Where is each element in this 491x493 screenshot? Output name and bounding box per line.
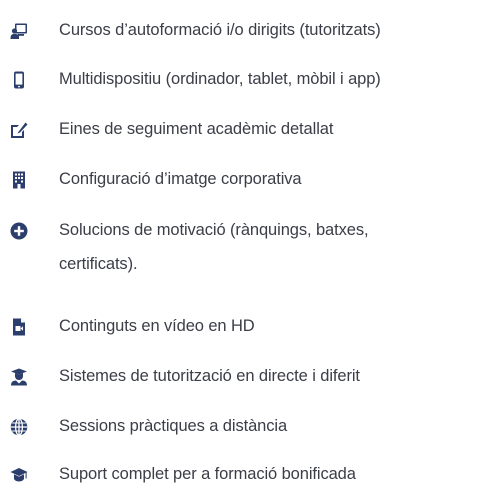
globe-icon: [10, 418, 28, 436]
feature-label-line2: certificats).: [59, 255, 138, 273]
edit-icon: [10, 121, 28, 139]
feature-label: Continguts en vídeo en HD: [59, 317, 255, 335]
feature-label: Sistemes de tutorització en directe i di…: [59, 367, 360, 385]
plus-circle-icon: [10, 222, 28, 240]
feature-list: Cursos d’autoformació i/o dirigits (tuto…: [0, 0, 491, 493]
feature-label: Sessions pràctiques a distància: [59, 417, 288, 435]
file-video-icon: [10, 318, 28, 336]
chalkboard-teacher-icon: [10, 22, 28, 40]
feature-label: Suport complet per a formació bonificada: [59, 465, 356, 483]
feature-label: Configuració d’imatge corporativa: [59, 170, 302, 188]
graduation-cap-icon: [10, 466, 28, 484]
building-icon: [10, 171, 28, 189]
feature-label-line1: Solucions de motivació (rànquings, batxe…: [59, 221, 369, 239]
feature-label: Eines de seguiment acadèmic detallat: [59, 120, 334, 138]
mobile-icon: [10, 71, 28, 89]
feature-label: Cursos d’autoformació i/o dirigits (tuto…: [59, 21, 381, 39]
user-graduate-icon: [10, 368, 28, 386]
feature-label: Multidispositiu (ordinador, tablet, mòbi…: [59, 70, 381, 88]
